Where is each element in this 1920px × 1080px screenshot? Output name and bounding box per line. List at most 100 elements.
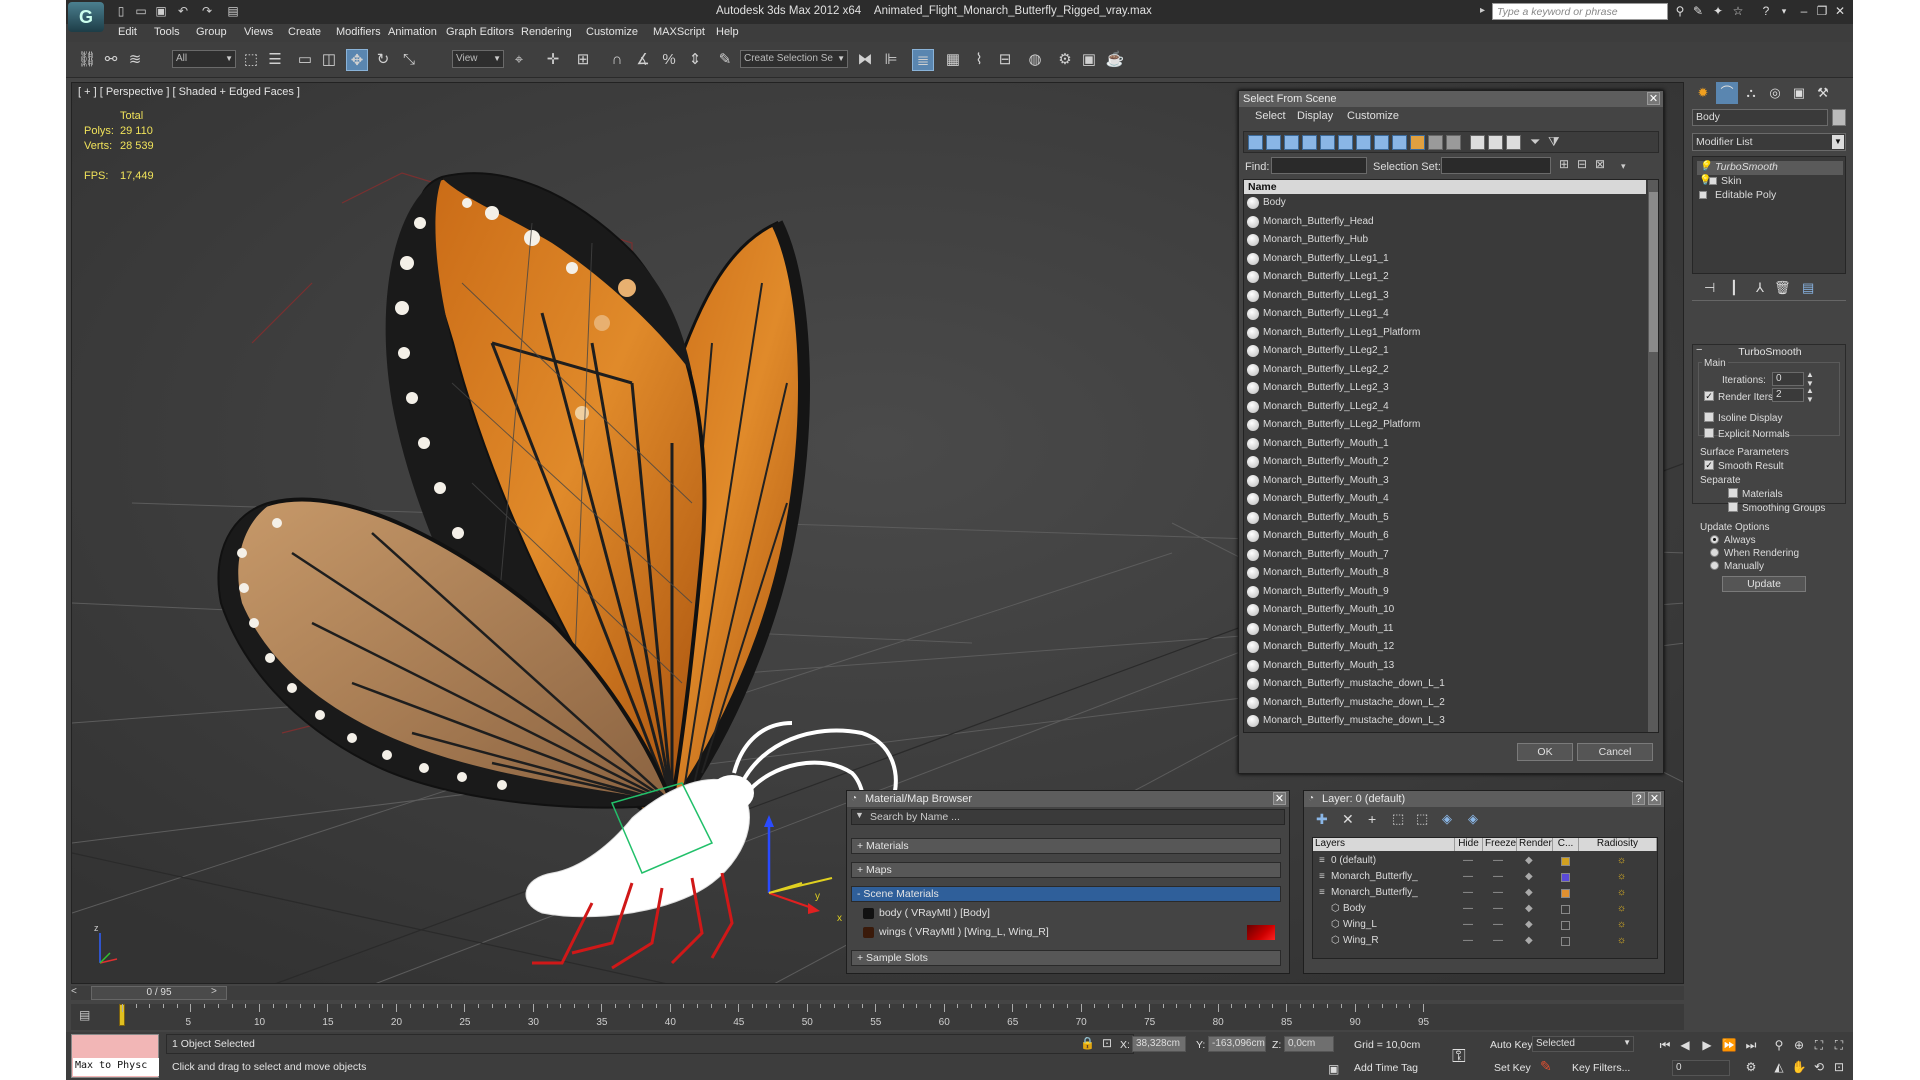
percent-snap-icon[interactable]: % [658, 49, 680, 71]
object-list-item[interactable]: Monarch_Butterfly_Mouth_13 [1244, 657, 1646, 676]
object-list-item[interactable]: Monarch_Butterfly_mustache_down_L_1 [1244, 675, 1646, 694]
layer-row[interactable]: ⬡ Body — — ◆ ☼ [1313, 902, 1657, 918]
update-button[interactable]: Update [1722, 576, 1806, 592]
delete-layer-icon[interactable]: ✕ [1342, 811, 1354, 828]
go-to-start-icon[interactable]: ⏮ [1656, 1036, 1674, 1054]
stack-item-editable-poly[interactable]: Editable Poly [1697, 189, 1843, 203]
create-layer-icon[interactable]: ✚ [1316, 811, 1328, 828]
restore-icon[interactable]: ❐ [1814, 3, 1830, 19]
mirror-icon[interactable]: ⧓ [854, 49, 876, 71]
layer-color-swatch[interactable] [1561, 905, 1570, 914]
graphite-modeling-icon[interactable]: ▦ [942, 49, 964, 71]
update-always-radio[interactable] [1710, 535, 1719, 544]
named-selection-set-dropdown[interactable]: Create Selection Se [740, 50, 848, 68]
object-list-item[interactable]: Monarch_Butterfly_Mouth_11 [1244, 620, 1646, 639]
column-color[interactable]: C... [1553, 838, 1579, 851]
select-objects-in-layer-icon[interactable]: ⬚ [1392, 811, 1404, 827]
freeze-toggle-icon[interactable]: — [1493, 903, 1503, 914]
modify-tab-icon[interactable]: ⌒ [1716, 82, 1738, 104]
layer-color-swatch[interactable] [1561, 857, 1570, 866]
scene-material-wings[interactable]: wings ( VRayMtl ) [Wing_L, Wing_R] [859, 924, 1281, 941]
separate-smoothing-groups-checkbox[interactable] [1728, 502, 1738, 512]
update-manually-radio[interactable] [1710, 561, 1719, 570]
layer-row[interactable]: ≡ 0 (default) — — ◆ ☼ [1313, 854, 1657, 870]
pivot-center-icon[interactable]: ⌖ [508, 49, 530, 71]
zoom-icon[interactable]: ⚲ [1770, 1036, 1788, 1054]
selection-set-dropdown[interactable] [1441, 157, 1551, 174]
layer-color-swatch[interactable] [1561, 937, 1570, 946]
freeze-toggle-icon[interactable]: — [1493, 935, 1503, 946]
modifier-list-dropdown[interactable]: Modifier List ▼ [1692, 133, 1846, 151]
highlight-selected-layer-icon[interactable]: ⬚ [1416, 811, 1428, 827]
display-all-icon[interactable] [1470, 135, 1485, 150]
edit-named-selection-icon[interactable]: ✎ [714, 49, 736, 71]
add-to-layer-icon[interactable]: + [1368, 811, 1376, 827]
render-toggle-icon[interactable]: ◆ [1525, 887, 1533, 898]
maxscript-listener-input[interactable]: Max to Physc [73, 1058, 159, 1076]
time-slider-thumb[interactable]: 0 / 95 [91, 986, 227, 1000]
select-scale-icon[interactable]: ⤡ [398, 49, 420, 71]
stack-item-turbosmooth[interactable]: 💡 TurboSmooth [1697, 161, 1843, 175]
select-influences-icon[interactable]: ⊠ [1595, 157, 1605, 171]
utilities-tab-icon[interactable]: ⚒ [1812, 82, 1834, 104]
dialog-title[interactable]: Layer: 0 (default) [1304, 791, 1664, 807]
column-layers[interactable]: Layers [1313, 838, 1455, 851]
display-groups-icon[interactable] [1356, 135, 1371, 150]
display-xrefs-icon[interactable] [1374, 135, 1389, 150]
radiosity-icon[interactable]: ☼ [1617, 935, 1626, 946]
display-cameras-icon[interactable] [1302, 135, 1317, 150]
object-list-item[interactable]: Monarch_Butterfly_Head [1244, 213, 1646, 232]
render-toggle-icon[interactable]: ◆ [1525, 903, 1533, 914]
section-sample-slots[interactable]: + Sample Slots [851, 950, 1281, 966]
tab-display[interactable]: Display [1297, 110, 1333, 122]
freeze-all-layers-icon[interactable]: ◈ [1468, 811, 1478, 827]
set-key-icon[interactable]: ✎ [1540, 1058, 1552, 1075]
radiosity-icon[interactable]: ☼ [1617, 887, 1626, 898]
object-color-swatch[interactable] [1832, 109, 1846, 126]
rect-selection-icon[interactable]: ▭ [294, 49, 316, 71]
schematic-view-icon[interactable]: ⊟ [994, 49, 1016, 71]
menu-tools[interactable]: Tools [154, 26, 180, 38]
object-list-item[interactable]: Monarch_Butterfly_mustache_down_L_2 [1244, 694, 1646, 713]
dialog-title[interactable]: Select From Scene [1239, 91, 1663, 107]
set-key-button[interactable]: Set Key [1494, 1062, 1531, 1074]
layer-manager-icon[interactable]: ≣ [912, 49, 934, 71]
select-by-name-icon[interactable]: ☰ [264, 49, 286, 71]
object-list-item[interactable]: Monarch_Butterfly_Mouth_10 [1244, 601, 1646, 620]
hide-toggle-icon[interactable]: — [1463, 855, 1473, 866]
menu-animation[interactable]: Animation [388, 26, 437, 38]
communication-icon[interactable]: ✦ [1710, 3, 1726, 19]
viewport-label[interactable]: [ + ] [ Perspective ] [ Shaded + Edged F… [78, 86, 300, 98]
previous-key-icon[interactable]: ◀ [1676, 1036, 1694, 1054]
remove-modifier-icon[interactable]: 🗑 [1774, 280, 1791, 296]
expand-icon[interactable] [1699, 191, 1707, 199]
layer-row[interactable]: ⬡ Wing_R — — ◆ ☼ [1313, 934, 1657, 950]
project-folder-icon[interactable]: ▤ [226, 4, 240, 18]
lock-icon[interactable]: 🔒 [1080, 1036, 1095, 1050]
unlink-icon[interactable]: ⚯ [100, 49, 122, 71]
play-icon[interactable]: ▶ [1698, 1036, 1716, 1054]
ok-button[interactable]: OK [1517, 743, 1573, 761]
key-icon[interactable]: ⚿ [1452, 1046, 1466, 1067]
zoom-all-icon[interactable]: ⊕ [1790, 1036, 1808, 1054]
object-list-item[interactable]: Monarch_Butterfly_Hub [1244, 231, 1646, 250]
track-bar[interactable]: ▤ 5 10 15 20 25 30 35 40 45 50 55 60 65 70 75 80 85 90 95 [71, 1004, 1684, 1030]
menu-graph-editors[interactable]: Graph Editors [446, 26, 514, 38]
menu-rendering[interactable]: Rendering [521, 26, 572, 38]
window-crossing-icon[interactable]: ◫ [318, 49, 340, 71]
object-list-item[interactable]: Monarch_Butterfly_Mouth_8 [1244, 564, 1646, 583]
favorites-star-icon[interactable]: ☆ [1730, 3, 1746, 19]
reference-coordinate-dropdown[interactable]: View [452, 50, 504, 68]
rendered-frame-window-icon[interactable]: ▣ [1078, 49, 1100, 71]
time-configuration-icon[interactable]: ⚙ [1742, 1058, 1760, 1076]
select-dependents-icon[interactable]: ⊟ [1577, 157, 1587, 171]
section-maps[interactable]: + Maps [851, 862, 1281, 878]
zoom-extents-icon[interactable]: ⛶ [1810, 1036, 1828, 1054]
time-tag-icon[interactable]: ▣ [1328, 1062, 1339, 1076]
maxscript-listener[interactable]: Max to Physc [71, 1034, 159, 1078]
object-list-item[interactable]: Monarch_Butterfly_LLeg2_Platform [1244, 416, 1646, 435]
hide-toggle-icon[interactable]: — [1463, 935, 1473, 946]
select-rotate-icon[interactable]: ↻ [372, 49, 394, 71]
motion-tab-icon[interactable]: ◎ [1764, 82, 1786, 104]
render-teapot-icon[interactable]: ☕ [1104, 49, 1126, 71]
